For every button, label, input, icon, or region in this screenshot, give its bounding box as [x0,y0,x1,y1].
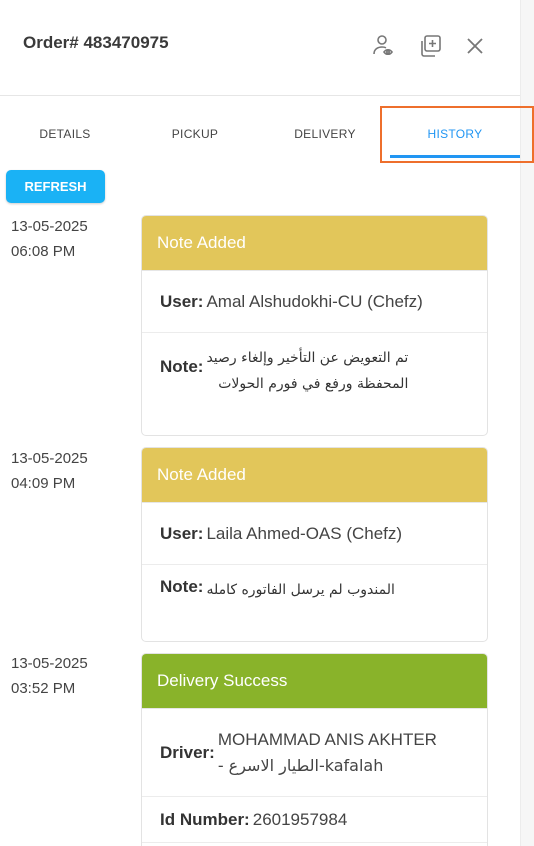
order-title: Order# 483470975 [23,33,169,52]
entry-date: 13-05-2025 [11,450,88,467]
note-line: المحفظة ورفع في فورم الحولات [218,376,409,392]
card-title: Note Added [142,448,487,503]
driver-value: MOHAMMAD ANIS AKHTER - الطيار الاسرع-kaf… [218,726,437,779]
note-row: Note: المندوب لم يرسل الفاتوره كامله [142,565,487,641]
driver-row: Driver: MOHAMMAD ANIS AKHTER - الطيار ال… [142,709,487,797]
user-row: User: Laila Ahmed-OAS (Chefz) [142,503,487,565]
note-value: المندوب لم يرسل الفاتوره كامله [206,577,394,603]
tab-delivery[interactable]: DELIVERY [260,108,390,160]
duplicate-icon[interactable] [416,32,444,60]
note-label: Note: [160,577,204,596]
entry-time: 06:08 PM [11,243,76,260]
history-card: Delivery Success Driver: MOHAMMAD ANIS A… [141,653,488,846]
id-row: Id Number: 2601957984 [142,797,487,843]
card-title: Note Added [142,216,487,271]
note-line: تم التعويض عن التأخير وإلغاء رصيد [206,350,409,366]
id-label: Id Number: [160,809,250,829]
card-title: Delivery Success [142,654,487,709]
entry-date: 13-05-2025 [11,655,88,672]
user-label: User: [160,291,204,311]
note-value: تم التعويض عن التأخير وإلغاء رصيد المحفظ… [206,345,408,397]
entry-timestamp: 13-05-2025 06:08 PM [11,214,88,264]
close-icon[interactable] [461,32,489,60]
entry-date: 13-05-2025 [11,218,88,235]
order-header: Order# 483470975 [0,0,520,96]
id-value: 2601957984 [252,809,348,829]
user-eye-icon[interactable] [370,32,398,60]
driver-name: MOHAMMAD ANIS AKHTER [217,730,437,750]
user-value: Amal Alshudokhi-CU (Chefz) [206,291,423,311]
entry-timestamp: 13-05-2025 03:52 PM [11,651,88,701]
driver-label: Driver: [160,742,215,762]
note-line: المندوب لم يرسل الفاتوره كامله [206,582,395,598]
note-row: Note: تم التعويض عن التأخير وإلغاء رصيد … [142,333,487,435]
note-label: Note: [160,357,204,376]
tab-pickup[interactable]: PICKUP [130,108,260,160]
refresh-button[interactable]: REFRESH [6,170,105,203]
highlight-box [380,106,534,163]
user-value: Laila Ahmed-OAS (Chefz) [206,523,403,543]
tab-details[interactable]: DETAILS [0,108,130,160]
history-card: Note Added User: Amal Alshudokhi-CU (Che… [141,215,488,436]
driver-company: - الطيار الاسرع-kafalah [217,756,384,776]
user-label: User: [160,523,204,543]
history-card: Note Added User: Laila Ahmed-OAS (Chefz)… [141,447,488,642]
entry-time: 04:09 PM [11,475,76,492]
entry-timestamp: 13-05-2025 04:09 PM [11,446,88,496]
entry-time: 03:52 PM [11,680,76,697]
user-row: User: Amal Alshudokhi-CU (Chefz) [142,271,487,333]
